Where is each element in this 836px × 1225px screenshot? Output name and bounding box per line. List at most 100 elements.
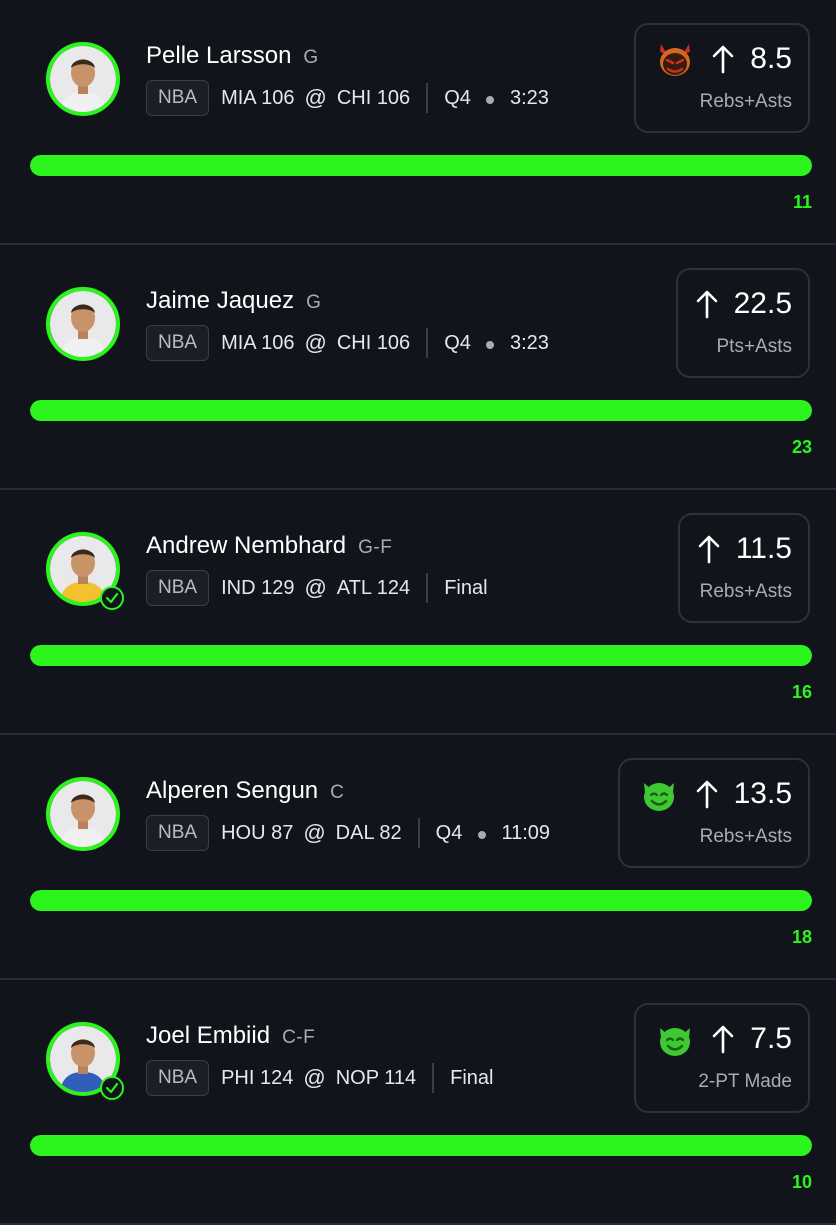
progress-bar <box>30 645 812 666</box>
projection-box[interactable]: 22.5 Pts+Asts <box>675 268 810 378</box>
projection-value: 7.5 <box>750 1022 792 1055</box>
player-line: Jaime Jaquez G <box>146 287 321 315</box>
game-clock: 3:23 <box>510 86 549 109</box>
at-sign: @ <box>304 575 327 600</box>
arrow-up-icon <box>698 535 720 564</box>
projection-value: 13.5 <box>733 777 792 810</box>
pick-card[interactable]: Alperen Sengun C NBA HOU 87 @ DAL 82 Q4 … <box>0 735 836 980</box>
player-name[interactable]: Pelle Larsson <box>146 42 291 70</box>
away-team-score: MIA 106 <box>221 86 295 109</box>
player-position: G <box>306 292 322 313</box>
game-info: NBA IND 129 @ ATL 124 Final <box>146 570 488 606</box>
player-avatar <box>46 777 120 851</box>
game-period: Q4 <box>435 821 463 844</box>
status-dot-icon <box>477 830 486 839</box>
projection-value: 11.5 <box>735 532 792 565</box>
progress-fill <box>30 890 812 911</box>
player-avatar-wrap <box>46 777 120 851</box>
projection-value: 8.5 <box>750 42 792 75</box>
projection-line: 13.5 <box>638 772 792 816</box>
game-status-live: Q4 3:23 <box>444 332 549 355</box>
progress-fill <box>30 155 812 176</box>
player-headshot-icon <box>50 291 116 357</box>
home-team-score: DAL 82 <box>335 821 402 844</box>
stat-type: Rebs+Asts <box>699 826 792 847</box>
projection-box[interactable]: 8.5 Rebs+Asts <box>634 23 810 133</box>
arrow-up-icon <box>696 290 717 319</box>
player-position: C-F <box>282 1027 316 1048</box>
projection-box[interactable]: 13.5 Rebs+Asts <box>617 758 810 868</box>
actual-stat-value: 10 <box>791 1172 812 1192</box>
home-team-score: CHI 106 <box>336 331 411 354</box>
game-divider <box>426 573 429 603</box>
player-name[interactable]: Joel Embiid <box>146 1022 270 1050</box>
player-position: G <box>303 47 319 68</box>
stat-type: 2-PT Made <box>698 1071 792 1092</box>
progress-fill <box>30 1135 812 1156</box>
game-divider <box>426 83 429 113</box>
game-clock: 11:09 <box>501 821 551 844</box>
progress-fill <box>30 645 812 666</box>
player-line: Joel Embiid C-F <box>146 1022 315 1050</box>
away-team-score: IND 129 <box>221 576 295 599</box>
player-avatar-wrap <box>46 42 120 116</box>
projection-box[interactable]: 7.5 2-PT Made <box>634 1003 810 1113</box>
game-status-live: Q4 3:23 <box>444 87 549 110</box>
pick-modifier <box>638 773 680 815</box>
player-line: Andrew Nembhard G-F <box>146 532 392 560</box>
away-team-score: MIA 106 <box>221 331 295 354</box>
goblin-icon <box>643 783 674 811</box>
pick-modifier <box>654 1018 696 1060</box>
pick-card[interactable]: Jaime Jaquez G NBA MIA 106 @ CHI 106 Q4 … <box>0 245 836 490</box>
arrow-up-icon <box>712 1025 734 1054</box>
away-team-score: HOU 87 <box>221 821 294 844</box>
game-info: NBA PHI 124 @ NOP 114 Final <box>146 1060 493 1096</box>
game-clock: 3:23 <box>510 331 549 354</box>
player-position: G-F <box>358 537 393 558</box>
game-status-final: Final <box>450 1066 494 1089</box>
at-sign: @ <box>303 1065 326 1090</box>
progress-bar <box>30 1135 812 1156</box>
player-line: Alperen Sengun C <box>146 777 344 805</box>
game-divider <box>417 818 420 848</box>
stat-type: Pts+Asts <box>716 336 793 357</box>
home-team-score: NOP 114 <box>335 1066 417 1089</box>
status-dot-icon <box>486 95 495 104</box>
projection-box[interactable]: 11.5 Rebs+Asts <box>677 513 810 623</box>
league-badge: NBA <box>146 1060 210 1096</box>
status-dot-icon <box>486 340 495 349</box>
pick-card[interactable]: Joel Embiid C-F NBA PHI 124 @ NOP 114 Fi… <box>0 980 836 1225</box>
finished-check-icon <box>100 1076 124 1100</box>
progress-bar <box>30 155 812 176</box>
stat-type: Rebs+Asts <box>699 581 792 602</box>
actual-stat-value: 11 <box>792 192 812 212</box>
progress-bar <box>30 400 812 421</box>
player-name[interactable]: Andrew Nembhard <box>146 532 346 560</box>
demon-icon <box>660 44 691 76</box>
pick-list: Pelle Larsson G NBA MIA 106 @ CHI 106 Q4… <box>0 0 836 1225</box>
player-avatar-wrap <box>46 532 124 610</box>
arrow-up-icon <box>712 45 734 74</box>
player-position: C <box>330 782 345 803</box>
league-badge: NBA <box>146 815 210 851</box>
game-info: NBA HOU 87 @ DAL 82 Q4 11:09 <box>146 815 550 851</box>
projection-line: 8.5 <box>654 37 792 81</box>
league-badge: NBA <box>146 80 210 116</box>
away-team-score: PHI 124 <box>221 1066 294 1089</box>
actual-stat-value: 23 <box>791 437 812 457</box>
player-avatar-wrap <box>46 1022 124 1100</box>
player-name[interactable]: Alperen Sengun <box>146 777 318 805</box>
pick-card[interactable]: Pelle Larsson G NBA MIA 106 @ CHI 106 Q4… <box>0 0 836 245</box>
pick-card[interactable]: Andrew Nembhard G-F NBA IND 129 @ ATL 12… <box>0 490 836 735</box>
game-info: NBA MIA 106 @ CHI 106 Q4 3:23 <box>146 80 549 116</box>
projection-value: 22.5 <box>733 287 792 320</box>
game-period: Q4 <box>444 86 471 109</box>
projection-line: 22.5 <box>696 282 792 326</box>
player-avatar <box>46 42 120 116</box>
player-name[interactable]: Jaime Jaquez <box>146 287 294 315</box>
at-sign: @ <box>304 330 327 355</box>
game-info: NBA MIA 106 @ CHI 106 Q4 3:23 <box>146 325 549 361</box>
arrow-up-icon <box>696 780 717 809</box>
game-status-live: Q4 11:09 <box>436 822 550 845</box>
player-avatar <box>46 287 120 361</box>
